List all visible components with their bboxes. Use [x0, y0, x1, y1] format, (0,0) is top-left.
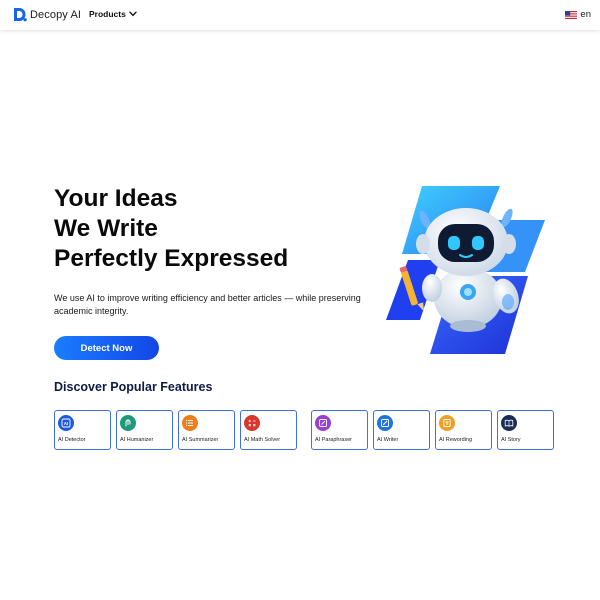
chevron-down-icon	[129, 11, 137, 17]
feature-card-label: AI Writer	[377, 437, 399, 443]
feature-card-ai-math-solver[interactable]: AI Math Solver	[240, 410, 297, 450]
feature-card-ai-rewording[interactable]: AI Rewording	[435, 410, 492, 450]
humanizer-icon	[120, 415, 136, 431]
paraphraser-icon	[315, 415, 331, 431]
hero-title-line: Perfectly Expressed	[54, 245, 289, 272]
hero-description: We use AI to improve writing efficiency …	[54, 293, 361, 316]
feature-card-label: AI Summarizer	[182, 437, 219, 443]
decopy-logo-icon	[14, 8, 27, 22]
feature-card-ai-writer[interactable]: AI Writer	[373, 410, 430, 450]
feature-card-label: AI Rewording	[439, 437, 473, 443]
feature-card-ai-paraphraser[interactable]: AI Paraphraser	[311, 410, 368, 450]
top-navbar: Decopy AI Products en	[0, 0, 600, 30]
brand-logo[interactable]: Decopy AI	[13, 7, 81, 22]
feature-card-label: AI Humanizer	[120, 437, 154, 443]
detect-now-button[interactable]: Detect Now	[54, 336, 159, 360]
svg-text:AI: AI	[64, 421, 69, 426]
features-heading: Discover Popular Features	[54, 380, 213, 394]
brand-name: Decopy AI	[30, 8, 82, 21]
rewording-icon	[439, 415, 455, 431]
robot-illustration	[386, 186, 545, 354]
feature-card-ai-detector[interactable]: AI AI Detector	[54, 410, 111, 450]
feature-card-label: AI Story	[501, 437, 521, 443]
feature-card-ai-story[interactable]: AI Story	[497, 410, 554, 450]
hero-title-line: Your Ideas	[54, 185, 178, 212]
us-flag-icon	[565, 10, 578, 19]
feature-card-ai-humanizer[interactable]: AI Humanizer	[116, 410, 173, 450]
products-label: Products	[89, 9, 126, 19]
ai-detector-icon: AI	[58, 415, 74, 431]
math-solver-icon	[244, 415, 260, 431]
feature-card-ai-summarizer[interactable]: AI Summarizer	[178, 410, 235, 450]
writer-icon	[377, 415, 393, 431]
feature-cards: AI AI Detector AI Humanizer AI Summarize…	[54, 410, 554, 450]
language-selector[interactable]: en	[565, 9, 591, 20]
feature-card-label: AI Paraphraser	[315, 437, 352, 443]
language-label: en	[580, 9, 591, 20]
hero-title-line: We Write	[54, 215, 158, 242]
hero-title: Your Ideas We Write Perfectly Expressed	[54, 184, 288, 274]
products-menu[interactable]: Products	[89, 9, 137, 19]
feature-card-label: AI Detector	[58, 437, 86, 443]
summarizer-icon	[182, 415, 198, 431]
story-icon	[501, 415, 517, 431]
feature-card-label: AI Math Solver	[244, 437, 281, 443]
